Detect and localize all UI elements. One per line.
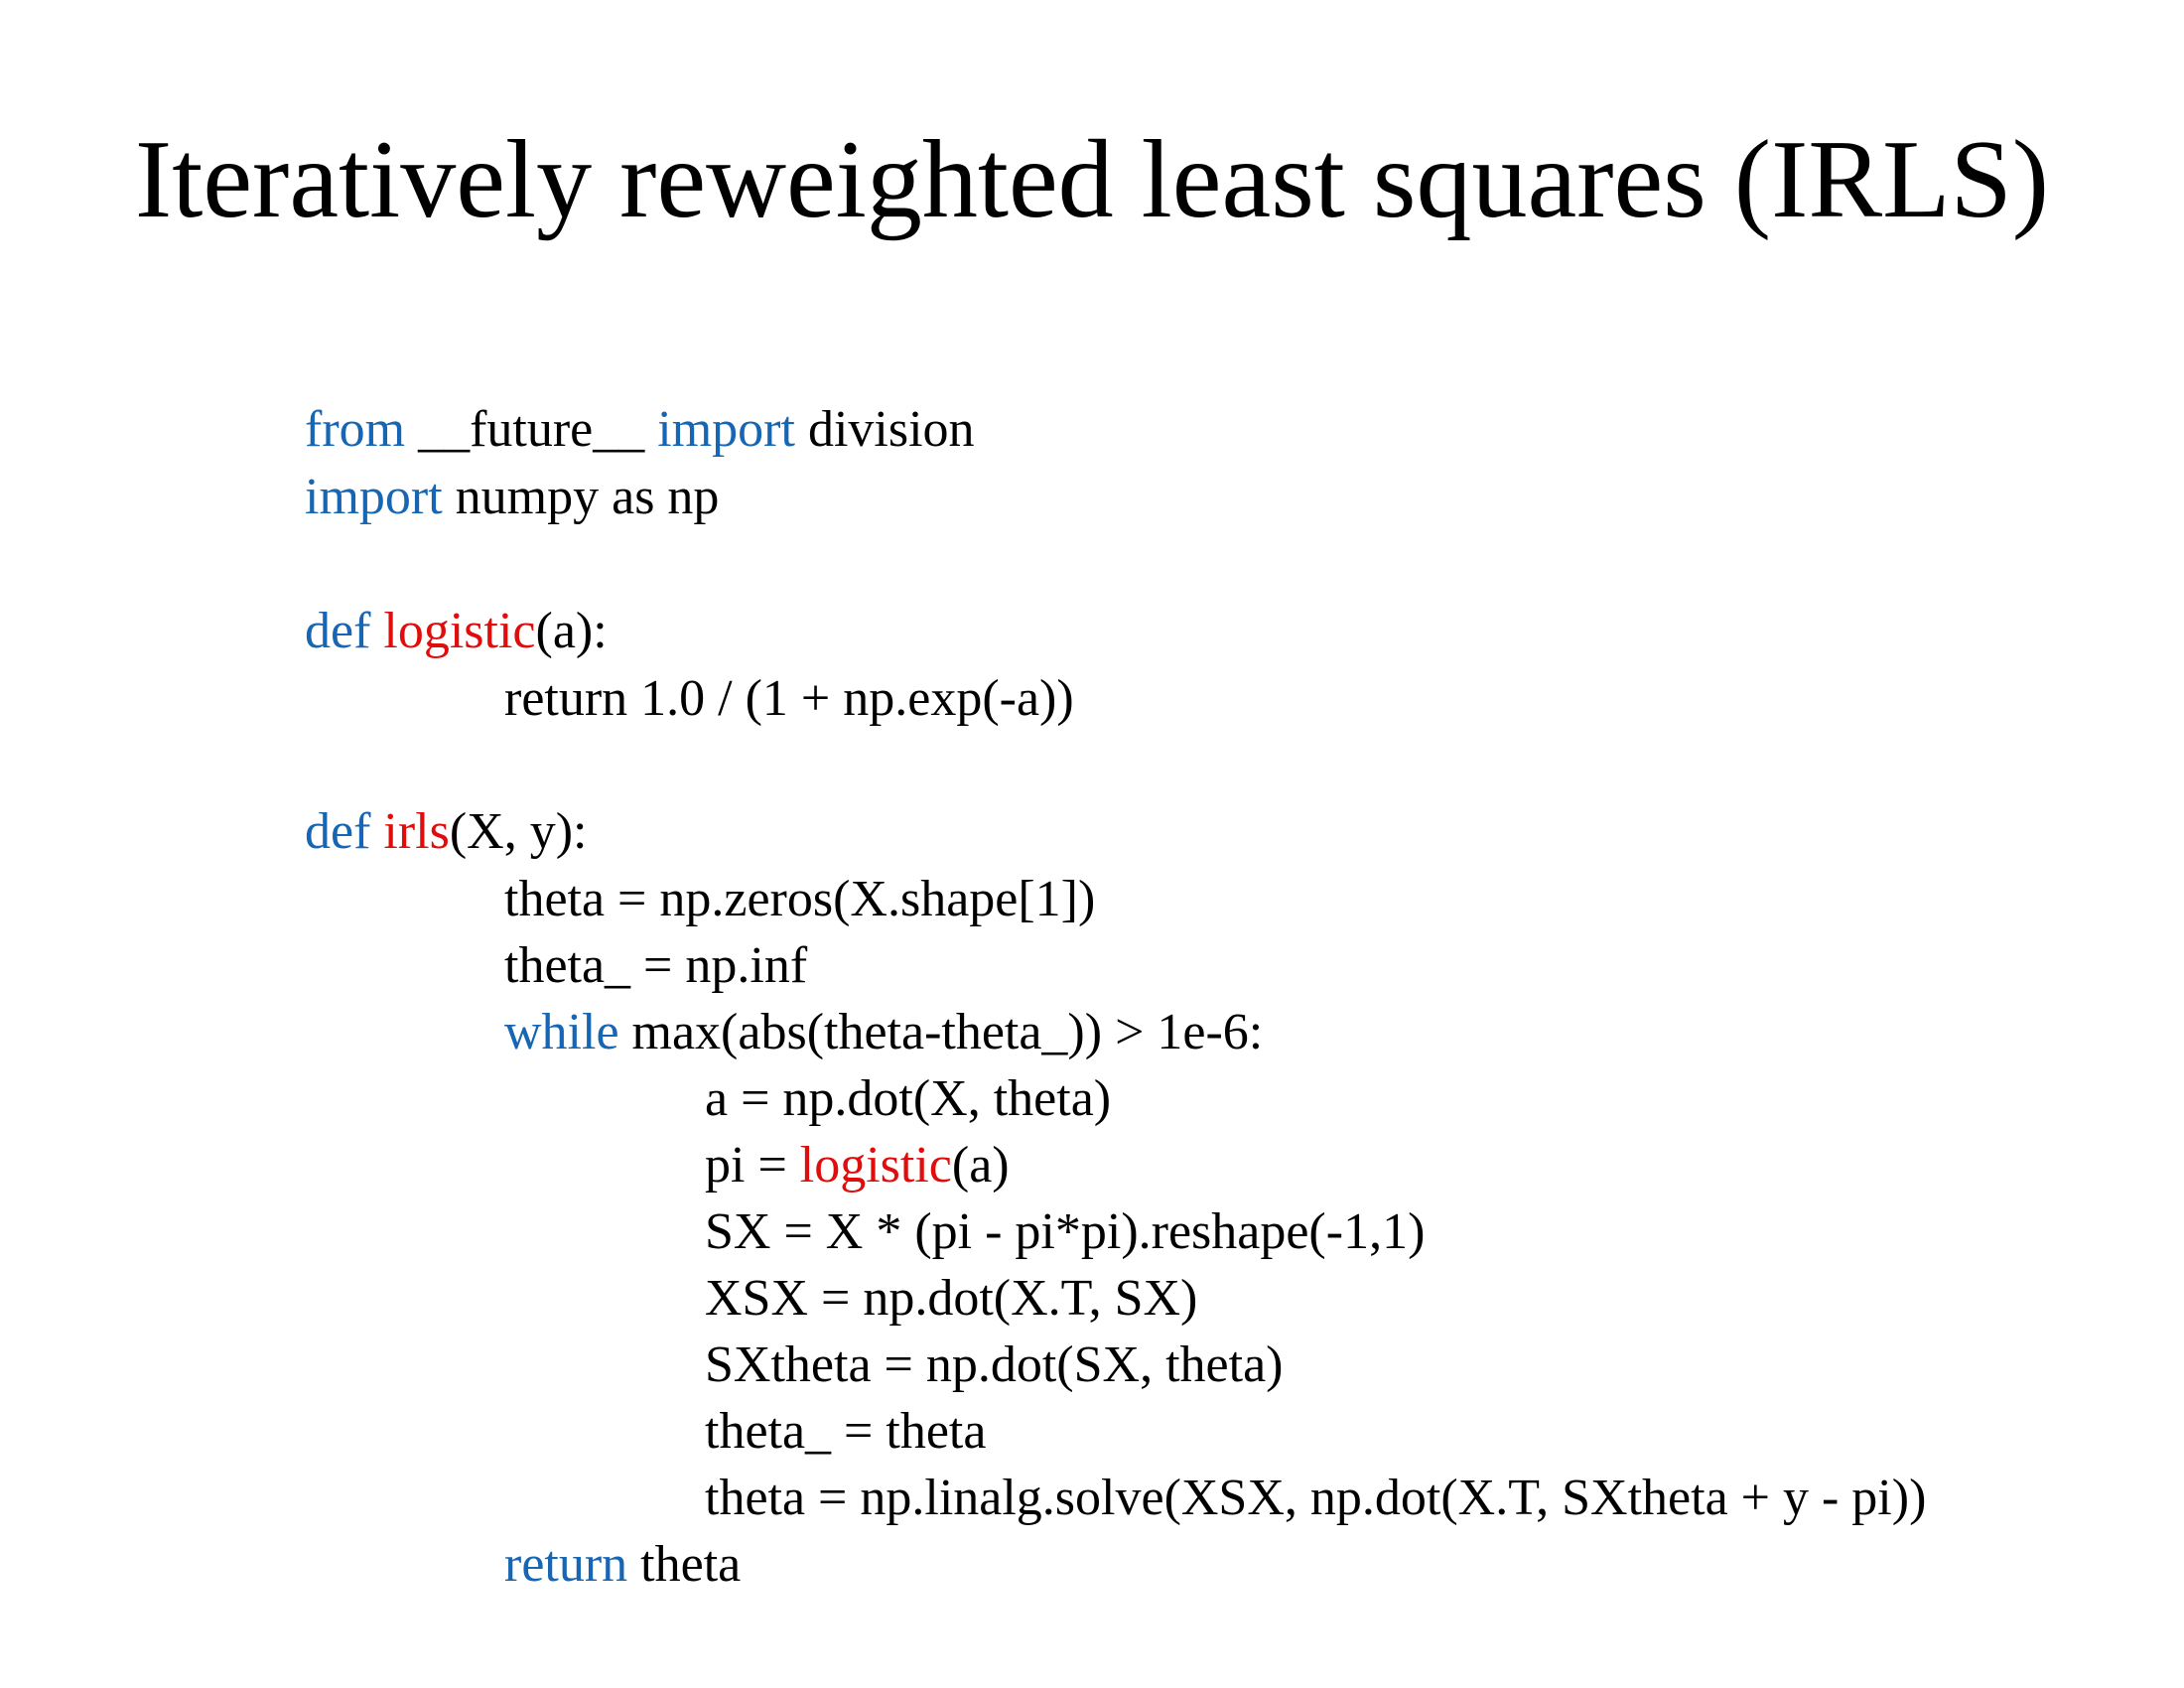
code-text: numpy as np xyxy=(442,469,720,525)
code-text: return 1.0 / (1 + np.exp(-a)) xyxy=(504,670,1074,727)
code-keyword: def xyxy=(305,803,371,860)
code-text: division xyxy=(794,401,975,458)
code-text: theta xyxy=(627,1536,742,1593)
code-keyword: while xyxy=(504,1004,619,1060)
code-line: theta = np.linalg.solve(XSX, np.dot(X.T,… xyxy=(653,1421,1926,1576)
code-keyword: def xyxy=(305,603,371,659)
code-keyword: return xyxy=(504,1536,628,1593)
code-line: import numpy as np xyxy=(253,420,719,575)
code-line: return 1.0 / (1 + np.exp(-a)) xyxy=(453,622,1074,776)
code-keyword: import xyxy=(305,469,443,525)
code-text: theta = np.linalg.solve(XSX, np.dot(X.T,… xyxy=(705,1470,1927,1526)
code-function-name: irls xyxy=(383,803,450,860)
code-block: from __future__ import division import n… xyxy=(0,0,2184,1688)
code-line: return theta xyxy=(453,1487,741,1642)
